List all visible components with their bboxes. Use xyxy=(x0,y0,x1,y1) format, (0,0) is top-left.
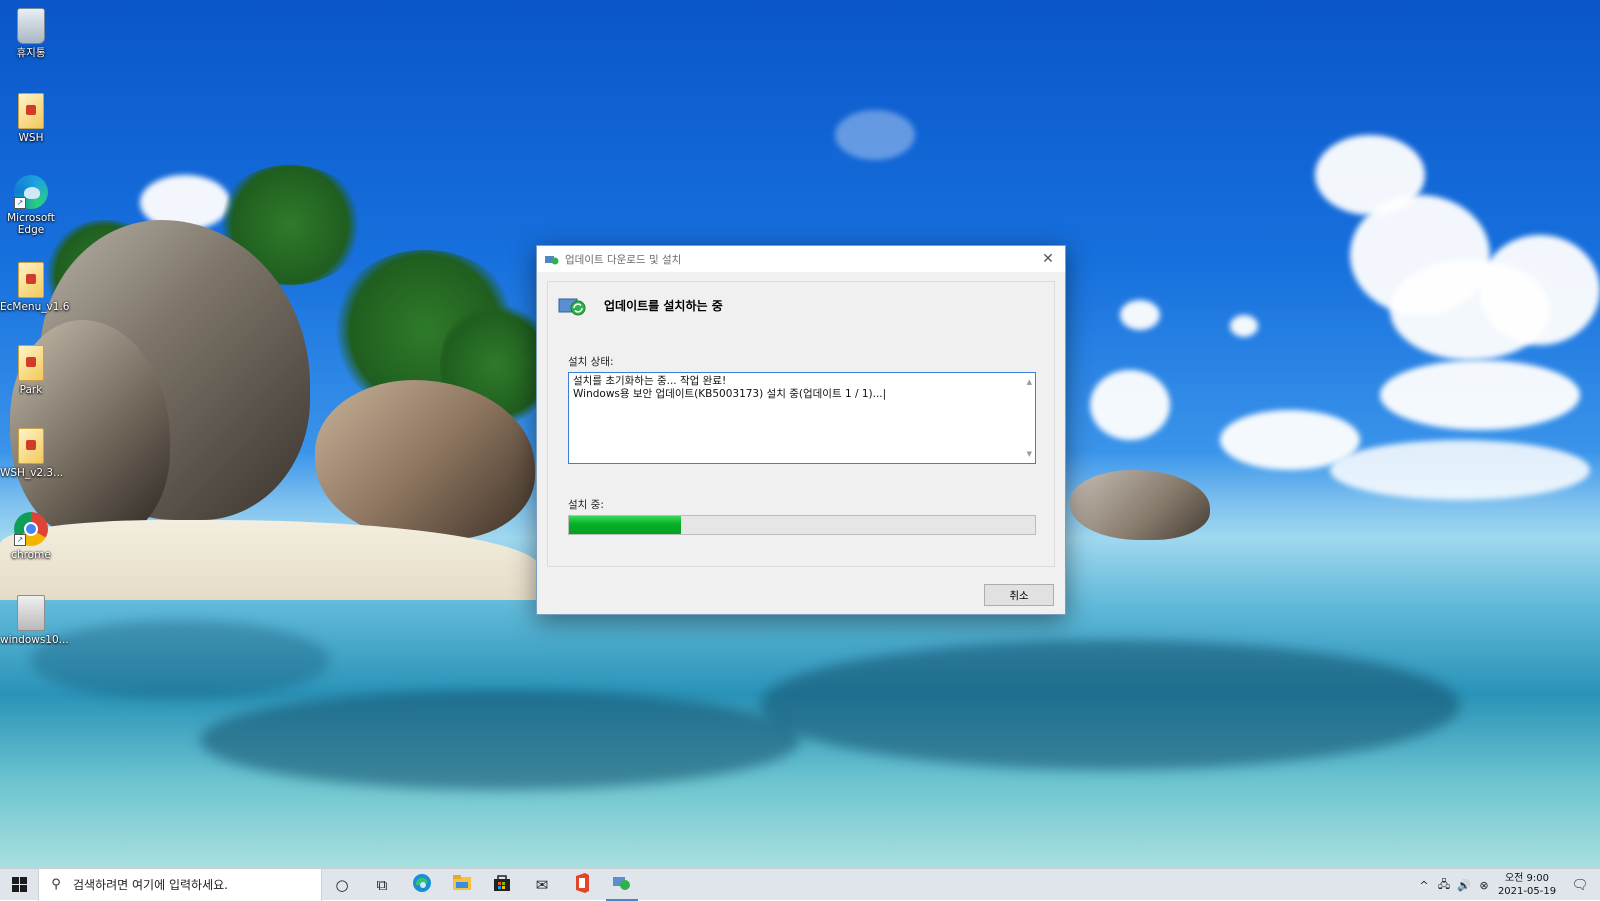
search-icon: ⚲ xyxy=(51,877,61,892)
desktop-icon-ecmenu[interactable]: EcMenu_v1.6 xyxy=(0,262,70,313)
update-dialog: 업데이트 다운로드 및 설치 ✕ 업데이트를 설치하는 중 설치 상태: 설치를… xyxy=(536,245,1066,615)
task-view-icon: ⧉ xyxy=(376,875,388,894)
clock-date: 2021-05-19 xyxy=(1497,886,1557,897)
install-status-label: 설치 상태: xyxy=(568,356,614,368)
desktop-icon-recycle-bin[interactable]: 휴지통 xyxy=(0,8,62,59)
chevron-up-icon[interactable]: ^ xyxy=(1414,879,1434,892)
progress-fill xyxy=(569,516,681,534)
dialog-titlebar[interactable]: 업데이트 다운로드 및 설치 ✕ xyxy=(537,246,1065,272)
store-icon xyxy=(493,874,511,895)
desktop-icon-label: chrome xyxy=(11,549,51,561)
desktop-icon-chrome[interactable]: ↗ chrome xyxy=(0,512,62,561)
setup-icon xyxy=(17,595,45,631)
progress-label: 설치 중: xyxy=(568,499,604,511)
desktop-icon-microsoft-edge[interactable]: ↗ Microsoft Edge xyxy=(0,175,62,236)
scroll-down-arrow-icon[interactable]: ▼ xyxy=(1027,448,1032,461)
desktop-icon-label: Microsoft Edge xyxy=(7,212,55,236)
recycle-bin-icon xyxy=(17,8,45,44)
search-placeholder: 검색하려면 여기에 입력하세요. xyxy=(73,878,228,892)
file-icon xyxy=(18,93,44,129)
scroll-up-arrow-icon[interactable]: ▲ xyxy=(1027,376,1032,389)
clock[interactable]: 오전 9:00 2021-05-19 xyxy=(1494,872,1560,898)
taskbar-search-box[interactable]: ⚲ 검색하려면 여기에 입력하세요. xyxy=(38,868,322,901)
install-log-textbox[interactable]: 설치를 초기화하는 중... 작업 완료! Windows용 보안 업데이트(K… xyxy=(568,372,1036,464)
windows-update-icon xyxy=(545,254,559,265)
file-icon xyxy=(18,345,44,381)
mail-icon: ✉ xyxy=(535,875,549,894)
taskbar: ⚲ 검색하려면 여기에 입력하세요. ○ ⧉ ✉ ^ 🖧 🔊 ⊗ 오전 9:00… xyxy=(0,868,1600,901)
file-icon xyxy=(18,262,44,298)
start-button[interactable] xyxy=(0,869,38,901)
status-icon[interactable]: ⊗ xyxy=(1474,879,1494,892)
network-icon[interactable]: 🖧 xyxy=(1434,876,1454,895)
office-icon xyxy=(574,873,590,896)
taskbar-office[interactable] xyxy=(562,869,602,901)
notification-icon[interactable]: 🗨 xyxy=(1560,878,1600,893)
file-icon xyxy=(18,428,44,464)
desktop-icon-label: WSH_v2.3... xyxy=(0,467,64,479)
windows-update-icon xyxy=(558,296,588,316)
taskbar-windows-update[interactable] xyxy=(602,869,642,901)
desktop-icon-label: WSH xyxy=(18,132,44,144)
taskbar-file-explorer[interactable] xyxy=(442,869,482,901)
dialog-content: 업데이트를 설치하는 중 설치 상태: 설치를 초기화하는 중... 작업 완료… xyxy=(547,281,1055,567)
desktop-icon-wsh[interactable]: WSH xyxy=(0,93,62,144)
close-button[interactable]: ✕ xyxy=(1031,246,1065,272)
log-line: Windows용 보안 업데이트(KB5003173) 설치 중(업데이트 1 … xyxy=(573,388,887,400)
desktop-icon-label: EcMenu_v1.6 xyxy=(0,301,70,313)
file-explorer-icon xyxy=(452,874,472,895)
log-line: 설치를 초기화하는 중... 작업 완료! xyxy=(573,375,727,387)
desktop-icon-windows10-setup[interactable]: windows10... xyxy=(0,595,69,646)
cortana-icon: ○ xyxy=(335,875,349,894)
taskbar-mail[interactable]: ✉ xyxy=(522,869,562,901)
desktop-icon-label: 휴지통 xyxy=(16,47,46,59)
taskbar-store[interactable] xyxy=(482,869,522,901)
volume-icon[interactable]: 🔊 xyxy=(1454,879,1474,892)
windows-logo-icon xyxy=(11,877,27,892)
edge-icon: ↗ xyxy=(14,175,48,209)
dialog-title: 업데이트 다운로드 및 설치 xyxy=(565,253,682,266)
desktop-icon-wsh-v2[interactable]: WSH_v2.3... xyxy=(0,428,64,479)
cortana-button[interactable]: ○ xyxy=(322,869,362,901)
edge-icon xyxy=(412,873,432,896)
install-progress-bar xyxy=(568,515,1036,535)
dialog-heading: 업데이트를 설치하는 중 xyxy=(604,299,723,313)
desktop-icon-park[interactable]: Park xyxy=(0,345,62,396)
taskbar-edge[interactable] xyxy=(402,869,442,901)
desktop-icon-label: windows10... xyxy=(0,634,69,646)
system-tray: ^ 🖧 🔊 ⊗ 오전 9:00 2021-05-19 🗨 xyxy=(1414,869,1600,901)
desktop-icon-label: Park xyxy=(19,384,43,396)
task-view-button[interactable]: ⧉ xyxy=(362,869,402,901)
cancel-button[interactable]: 취소 xyxy=(984,584,1054,606)
clock-time: 오전 9:00 xyxy=(1504,873,1550,884)
windows-update-icon xyxy=(612,875,632,894)
chrome-icon: ↗ xyxy=(14,512,48,546)
